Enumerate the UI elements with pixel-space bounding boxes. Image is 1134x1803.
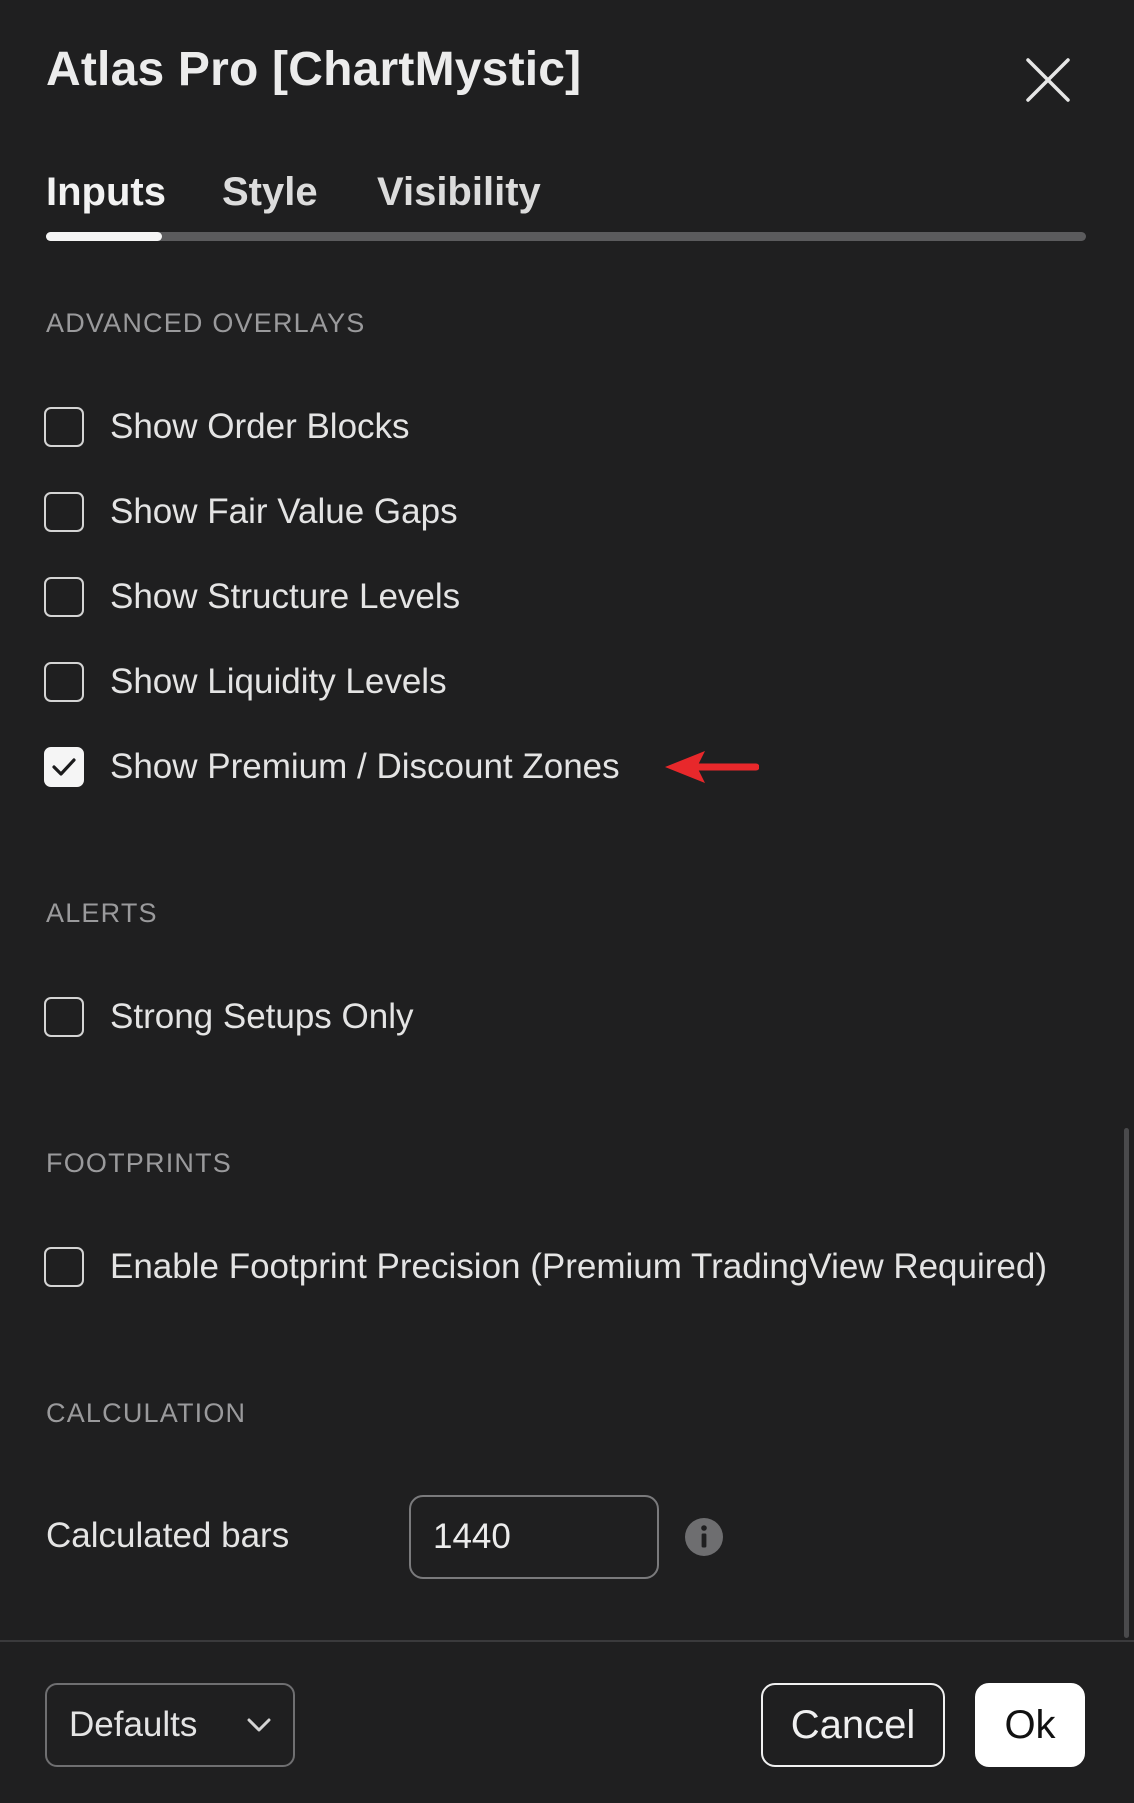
ok-button[interactable]: Ok xyxy=(975,1683,1085,1767)
option-enable-footprint-precision[interactable]: Enable Footprint Precision (Premium Trad… xyxy=(44,1243,1047,1291)
defaults-label: Defaults xyxy=(69,1705,198,1744)
tab-style[interactable]: Style xyxy=(222,170,318,215)
cancel-button[interactable]: Cancel xyxy=(761,1683,945,1767)
scrollbar[interactable] xyxy=(1124,1128,1129,1638)
option-label: Strong Setups Only xyxy=(110,997,414,1036)
checkmark-icon xyxy=(52,758,76,776)
footer-divider xyxy=(0,1640,1134,1642)
checkbox[interactable] xyxy=(44,662,84,702)
option-label: Show Premium / Discount Zones xyxy=(110,747,620,786)
dialog-title: Atlas Pro [ChartMystic] xyxy=(46,43,582,96)
option-label: Show Order Blocks xyxy=(110,407,410,446)
option-show-liquidity-levels[interactable]: Show Liquidity Levels xyxy=(44,658,447,706)
defaults-dropdown[interactable]: Defaults xyxy=(45,1683,295,1767)
section-heading-footprints: FOOTPRINTS xyxy=(46,1148,232,1178)
checkbox[interactable] xyxy=(44,577,84,617)
option-label: Enable Footprint Precision (Premium Trad… xyxy=(110,1247,1048,1286)
checkbox[interactable] xyxy=(44,997,84,1037)
option-label: Show Structure Levels xyxy=(110,577,461,616)
tab-track xyxy=(46,232,1086,241)
option-show-order-blocks[interactable]: Show Order Blocks xyxy=(44,403,410,451)
close-icon xyxy=(1026,58,1070,102)
info-icon[interactable] xyxy=(684,1517,724,1557)
section-heading-calculation: CALCULATION xyxy=(46,1398,247,1428)
calculated-bars-input[interactable] xyxy=(409,1495,659,1579)
option-show-structure-levels[interactable]: Show Structure Levels xyxy=(44,573,460,621)
tab-inputs[interactable]: Inputs xyxy=(46,170,166,215)
chevron-down-icon xyxy=(247,1718,271,1732)
checkbox[interactable] xyxy=(44,1247,84,1287)
section-heading-advanced-overlays: ADVANCED OVERLAYS xyxy=(46,308,366,338)
option-strong-setups-only[interactable]: Strong Setups Only xyxy=(44,993,414,1041)
arrow-left-icon xyxy=(665,751,759,783)
checkbox[interactable] xyxy=(44,407,84,447)
tab-visibility[interactable]: Visibility xyxy=(377,170,541,215)
checkbox[interactable] xyxy=(44,492,84,532)
tab-active-indicator xyxy=(46,232,162,241)
option-show-fair-value-gaps[interactable]: Show Fair Value Gaps xyxy=(44,488,458,536)
close-button[interactable] xyxy=(1022,54,1074,106)
option-label: Show Fair Value Gaps xyxy=(110,492,458,531)
checkbox-checked[interactable] xyxy=(44,747,84,787)
calculated-bars-label: Calculated bars xyxy=(46,1516,290,1555)
settings-dialog: Atlas Pro [ChartMystic] Inputs Style Vis… xyxy=(0,0,1134,1803)
tab-bar: Inputs Style Visibility xyxy=(46,162,1086,242)
option-show-premium-discount-zones[interactable]: Show Premium / Discount Zones xyxy=(44,743,620,791)
option-label: Show Liquidity Levels xyxy=(110,662,447,701)
section-heading-alerts: ALERTS xyxy=(46,898,158,928)
